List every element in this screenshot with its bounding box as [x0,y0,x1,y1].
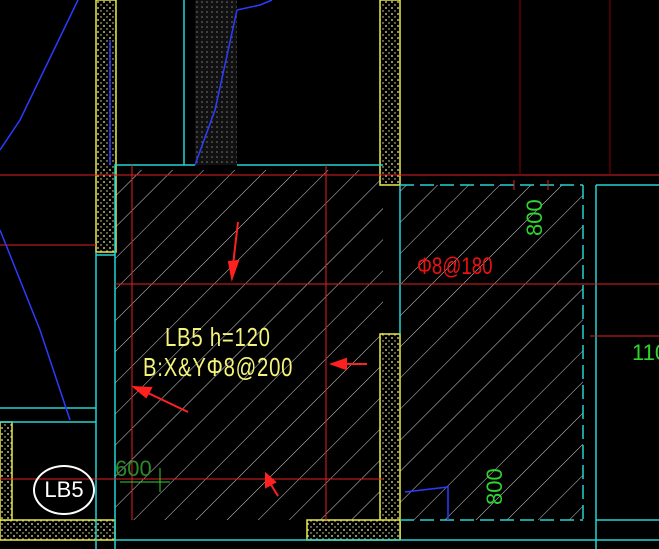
wall-center-lower [379,333,401,540]
dim-label-top-right: 800 [522,199,547,236]
wall-left-upper [95,0,117,253]
dim-label-bottom-right: 800 [482,468,507,505]
cad-drawing-canvas[interactable] [0,0,659,549]
wall-bottom-center [306,519,401,541]
shaft-fill [195,0,237,165]
rebar-note: Φ8@180 [417,253,493,280]
slab-label-thickness: LB5 h=120 [165,322,271,352]
slab-tag-bubble[interactable]: LB5 [33,465,95,515]
dim-label-left: 600 [115,456,152,481]
slab-label-reinforcement: B:X&YΦ8@200 [143,352,294,382]
dim-label-right-edge: 110 [632,340,659,365]
wall-center-upper [379,0,401,186]
